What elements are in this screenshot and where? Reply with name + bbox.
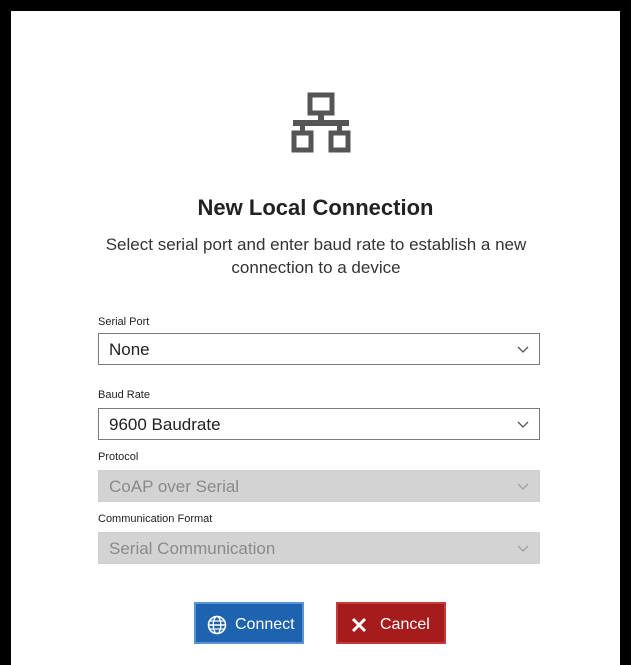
chevron-down-icon: [517, 421, 529, 428]
protocol-select: CoAP over Serial: [98, 470, 540, 502]
baud-rate-value: 9600 Baudrate: [109, 415, 221, 434]
baud-rate-label: Baud Rate: [98, 389, 150, 401]
chevron-down-icon: [517, 346, 529, 353]
serial-port-value: None: [109, 340, 150, 359]
protocol-label: Protocol: [98, 451, 139, 463]
serial-port-select[interactable]: None: [98, 333, 540, 365]
chevron-down-icon: [517, 483, 529, 490]
protocol-value: CoAP over Serial: [109, 477, 240, 496]
globe-icon: [207, 615, 227, 635]
connect-button[interactable]: Connect: [194, 602, 304, 644]
cancel-button-label: Cancel: [380, 616, 430, 633]
communication-format-value: Serial Communication: [109, 539, 276, 558]
dialog-subtitle: Select serial port and enter baud rate t…: [105, 235, 527, 277]
dialog-title: New Local Connection: [197, 195, 434, 220]
cancel-button[interactable]: Cancel: [336, 602, 446, 644]
connection-dialog: New Local Connection Select serial port …: [11, 11, 620, 665]
chevron-down-icon: [517, 545, 529, 552]
communication-format-select: Serial Communication: [98, 532, 540, 564]
baud-rate-select[interactable]: 9600 Baudrate: [98, 408, 540, 440]
communication-format-label: Communication Format: [98, 513, 213, 525]
connect-button-label: Connect: [235, 616, 295, 633]
network-icon: [291, 92, 351, 153]
close-icon: [351, 617, 367, 633]
serial-port-label: Serial Port: [98, 316, 150, 328]
